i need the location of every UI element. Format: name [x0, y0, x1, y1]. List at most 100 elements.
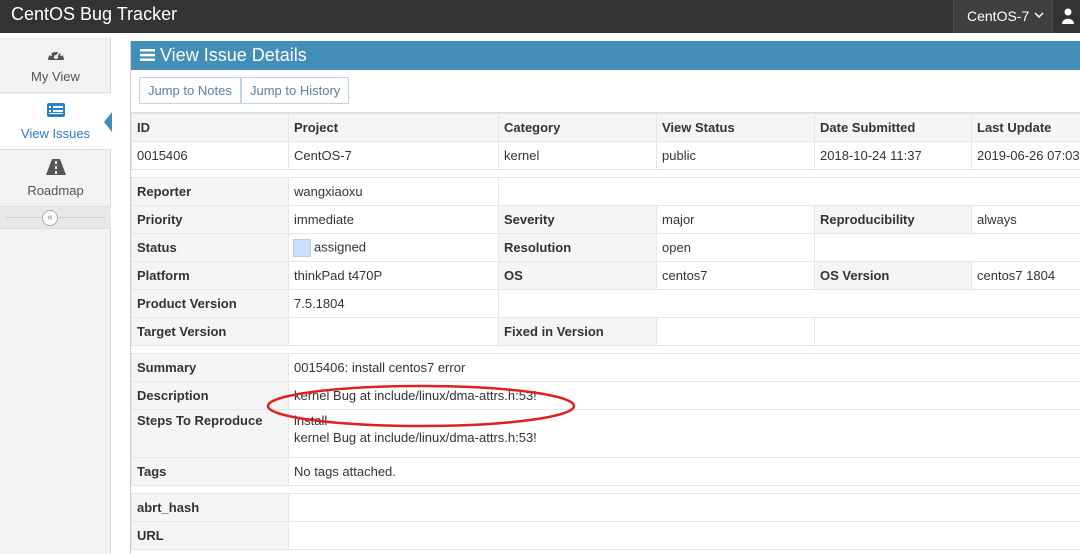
empty-cell: [814, 317, 1080, 346]
field-label: abrt_hash: [131, 493, 289, 522]
steps-line: install: [294, 413, 328, 428]
issue-date-submitted: 2018-10-24 11:37: [814, 141, 972, 170]
resolution-value: open: [656, 233, 815, 262]
column-header: Last Update: [971, 113, 1080, 142]
empty-cell: [814, 233, 1080, 262]
chevron-down-icon: [1034, 12, 1044, 19]
table-row: Description kernel Bug at include/linux/…: [131, 381, 1080, 410]
os-value: centos7: [656, 261, 815, 290]
field-label: Status: [131, 233, 289, 262]
dashboard-icon: [0, 45, 111, 63]
field-label: OS Version: [814, 261, 972, 290]
row-spacer: [131, 485, 1080, 494]
table-row: abrt_hash: [131, 493, 1080, 522]
abrt-hash-value: [288, 493, 1080, 522]
project-selector[interactable]: CentOS-7: [953, 0, 1053, 33]
table-row: Target Version Fixed in Version: [131, 317, 1080, 346]
project-selector-label: CentOS-7: [967, 8, 1030, 24]
field-label: Target Version: [131, 317, 289, 346]
issue-project: CentOS-7: [288, 141, 499, 170]
sidebar-item-my-view[interactable]: My View: [0, 37, 111, 93]
field-label: OS: [498, 261, 657, 290]
column-header: ID: [131, 113, 289, 142]
row-spacer: [131, 169, 1080, 178]
field-label: Summary: [131, 353, 289, 382]
sidebar: My View View Issues Roadmap «: [0, 37, 112, 554]
issue-details-table: ID Project Category View Status Date Sub…: [131, 113, 1080, 550]
target-version-value: [288, 317, 499, 346]
severity-value: major: [656, 205, 815, 234]
column-header: Date Submitted: [814, 113, 972, 142]
road-icon: [0, 159, 111, 177]
field-label: Priority: [131, 205, 289, 234]
top-navbar: CentOS Bug Tracker CentOS-7: [0, 0, 1080, 33]
steps-line: kernel Bug at include/linux/dma-attrs.h:…: [294, 430, 537, 445]
user-menu-button[interactable]: [1054, 0, 1080, 33]
sidebar-item-view-issues[interactable]: View Issues: [0, 94, 112, 150]
row-spacer: [131, 345, 1080, 354]
steps-value: install kernel Bug at include/linux/dma-…: [288, 409, 1080, 458]
field-label: Tags: [131, 457, 289, 486]
status-value-cell: assigned: [288, 233, 499, 262]
menu-icon: [140, 49, 155, 61]
empty-cell: [498, 289, 1080, 318]
os-version-value: centos7 1804: [971, 261, 1080, 290]
sidebar-item-label: Roadmap: [27, 183, 84, 198]
sidebar-item-roadmap[interactable]: Roadmap: [0, 151, 111, 207]
field-label: Reproducibility: [814, 205, 972, 234]
platform-value: thinkPad t470P: [288, 261, 499, 290]
table-row: URL: [131, 521, 1080, 550]
table-row: Steps To Reproduce install kernel Bug at…: [131, 409, 1080, 458]
column-header: Category: [498, 113, 657, 142]
field-label: Resolution: [498, 233, 657, 262]
sidebar-item-label: View Issues: [20, 126, 91, 141]
url-value: [288, 521, 1080, 550]
panel-header: View Issue Details: [131, 41, 1080, 70]
sidebar-collapse-bar: «: [0, 207, 111, 229]
priority-value: immediate: [288, 205, 499, 234]
table-row: Platform thinkPad t470P OS centos7 OS Ve…: [131, 261, 1080, 290]
sidebar-item-label: My View: [31, 69, 80, 84]
jump-to-notes-button[interactable]: Jump to Notes: [139, 77, 241, 104]
field-label: Description: [131, 381, 289, 410]
empty-cell: [498, 177, 1080, 206]
reporter-value[interactable]: wangxiaoxu: [288, 177, 499, 206]
main-panel: View Issue Details Jump to Notes Jump to…: [130, 41, 1080, 554]
issue-category: kernel: [498, 141, 657, 170]
column-header: View Status: [656, 113, 815, 142]
issue-view-status: public: [656, 141, 815, 170]
field-label: Platform: [131, 261, 289, 290]
table-row: Product Version 7.5.1804: [131, 289, 1080, 318]
field-label: Reporter: [131, 177, 289, 206]
field-label: Steps To Reproduce: [131, 409, 289, 458]
status-value: assigned: [314, 238, 367, 254]
description-value: kernel Bug at include/linux/dma-attrs.h:…: [288, 381, 1080, 410]
table-row: Summary 0015406: install centos7 error: [131, 353, 1080, 382]
field-label: Severity: [498, 205, 657, 234]
status-badge: [293, 238, 311, 257]
double-chevron-left-icon[interactable]: «: [42, 210, 58, 226]
table-row: Reporter wangxiaoxu: [131, 177, 1080, 206]
issue-id: 0015406: [131, 141, 289, 170]
issue-last-update: 2019-06-26 07:03: [971, 141, 1080, 170]
jump-to-history-button[interactable]: Jump to History: [241, 77, 350, 104]
product-version-value: 7.5.1804: [288, 289, 499, 318]
page-title: View Issue Details: [160, 45, 307, 65]
app-title[interactable]: CentOS Bug Tracker: [11, 4, 177, 25]
user-icon: [1062, 8, 1074, 24]
table-header-row: ID Project Category View Status Date Sub…: [131, 113, 1080, 142]
table-row: Status assigned Resolution open: [131, 233, 1080, 262]
table-row: Tags No tags attached.: [131, 457, 1080, 486]
table-row: Priority immediate Severity major Reprod…: [131, 205, 1080, 234]
field-label: Fixed in Version: [498, 317, 657, 346]
active-marker: [104, 112, 112, 132]
list-icon: [0, 102, 111, 120]
summary-value: 0015406: install centos7 error: [288, 353, 1080, 382]
table-row: 0015406 CentOS-7 kernel public 2018-10-2…: [131, 141, 1080, 170]
column-header: Project: [288, 113, 499, 142]
field-label: Product Version: [131, 289, 289, 318]
fixed-in-version-value: [656, 317, 815, 346]
tags-value: No tags attached.: [288, 457, 1080, 486]
reproducibility-value: always: [971, 205, 1080, 234]
field-label: URL: [131, 521, 289, 550]
